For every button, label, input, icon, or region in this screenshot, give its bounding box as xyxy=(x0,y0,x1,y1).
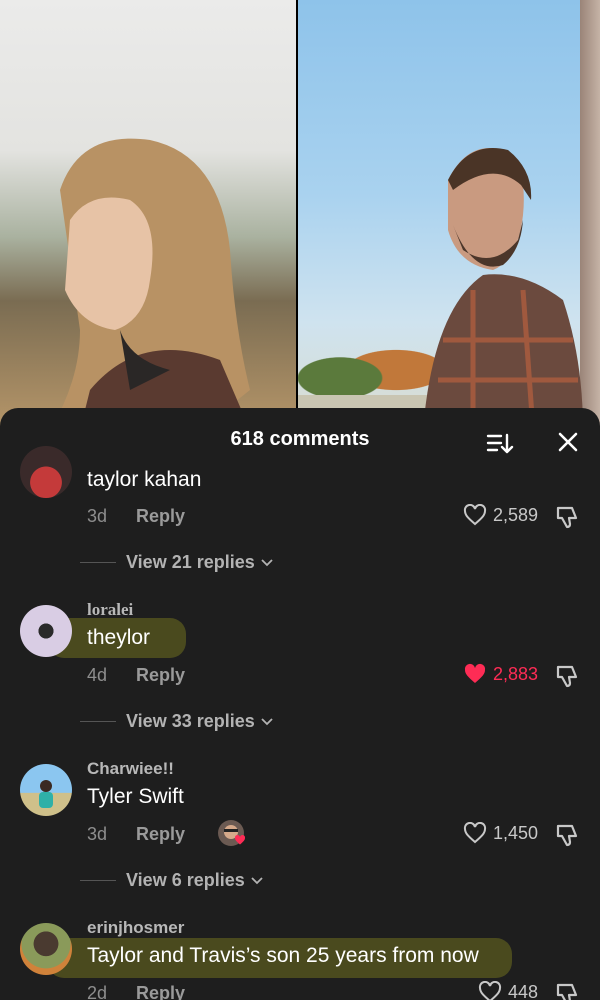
divider-line xyxy=(80,721,116,722)
comments-header: 618 comments xyxy=(0,408,600,472)
chevron-down-icon xyxy=(251,876,263,884)
photo-left xyxy=(0,0,296,430)
comment-date: 3d xyxy=(87,506,108,526)
heart-icon xyxy=(464,663,486,683)
avatar-figure xyxy=(39,780,53,808)
heart-icon xyxy=(463,504,486,526)
view-replies-button[interactable]: View 33 replies xyxy=(80,711,273,732)
photo-right xyxy=(298,0,600,430)
view-replies-button[interactable]: View 6 replies xyxy=(80,870,263,891)
brick-wall xyxy=(580,0,600,430)
like-count: 448 xyxy=(507,981,538,1000)
like-button[interactable]: 448 xyxy=(478,981,538,1000)
reply-button[interactable]: Reply xyxy=(136,983,185,1000)
chevron-down-icon xyxy=(261,717,273,725)
chevron-down-icon xyxy=(261,558,273,566)
comments-sheet: 618 comments taylor kahan 3d Reply 2,589… xyxy=(0,408,600,1000)
man-figure xyxy=(423,148,583,430)
comment-username[interactable]: Charwiee!! xyxy=(87,759,174,779)
close-icon[interactable] xyxy=(556,430,580,454)
dislike-icon[interactable] xyxy=(554,822,580,848)
like-count: 2,589 xyxy=(492,504,538,525)
heart-icon xyxy=(478,981,501,1000)
dislike-icon[interactable] xyxy=(554,504,580,530)
reply-button[interactable]: Reply xyxy=(136,824,185,845)
view-replies-label: View 33 replies xyxy=(126,711,255,731)
like-count: 2,883 xyxy=(492,663,538,684)
heart-icon xyxy=(463,822,486,844)
like-count: 1,450 xyxy=(492,822,538,843)
divider-line xyxy=(80,562,116,563)
avatar[interactable] xyxy=(20,446,72,498)
like-button[interactable]: 2,883 xyxy=(463,663,538,685)
dislike-icon[interactable] xyxy=(554,663,580,689)
avatar[interactable] xyxy=(20,764,72,816)
avatar[interactable] xyxy=(20,605,72,657)
dislike-icon[interactable] xyxy=(554,981,580,1000)
avatar[interactable] xyxy=(20,923,72,975)
comment-username[interactable]: loralei xyxy=(87,600,133,620)
reply-button[interactable]: Reply xyxy=(136,665,185,686)
reply-button[interactable]: Reply xyxy=(136,506,185,527)
comment-text: Tyler Swift xyxy=(87,785,184,808)
view-replies-button[interactable]: View 21 replies xyxy=(80,552,273,573)
comment-date: 3d xyxy=(87,824,108,844)
like-button[interactable]: 1,450 xyxy=(463,822,538,844)
video-preview[interactable] xyxy=(0,0,600,430)
comment-date: 2d xyxy=(87,983,108,1000)
comment-date: 4d xyxy=(87,665,108,685)
sort-icon[interactable] xyxy=(486,432,514,456)
comment-text: taylor kahan xyxy=(87,468,202,491)
view-replies-label: View 21 replies xyxy=(126,552,255,572)
comment-username[interactable]: erinjhosmer xyxy=(87,918,184,938)
view-replies-label: View 6 replies xyxy=(126,870,245,890)
comment-text: theylor xyxy=(87,626,151,649)
woman-figure xyxy=(50,138,250,430)
divider-line xyxy=(80,880,116,881)
like-button[interactable]: 2,589 xyxy=(463,504,538,526)
heart-icon xyxy=(234,834,246,845)
comment-text: Taylor and Travis’s son 25 years from no… xyxy=(87,944,479,967)
